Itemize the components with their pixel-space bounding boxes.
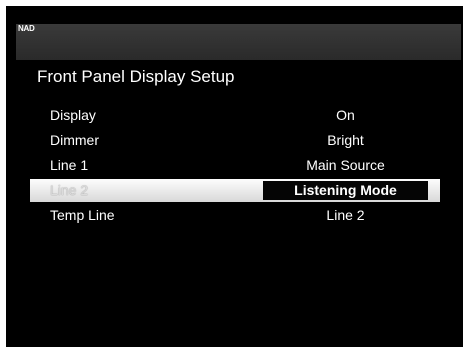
menu-item-label: Line 1: [50, 157, 89, 173]
menu-item-value[interactable]: Listening Mode: [263, 181, 428, 200]
menu-item-line-2[interactable]: Line 2 Listening Mode: [30, 179, 440, 202]
menu-item-value[interactable]: On: [263, 107, 428, 123]
menu-item-value[interactable]: Main Source: [263, 157, 428, 173]
menu-item-temp-line[interactable]: Temp Line Line 2: [30, 204, 440, 227]
brand-logo: NAD: [18, 24, 35, 33]
page-title: Front Panel Display Setup: [37, 67, 235, 86]
menu-item-value[interactable]: Line 2: [263, 207, 428, 223]
osd-screen: NAD Front Panel Display Setup Display On…: [6, 6, 463, 347]
menu-item-line-1[interactable]: Line 1 Main Source: [30, 154, 440, 177]
menu-item-value[interactable]: Bright: [263, 132, 428, 148]
menu-item-label: Display: [50, 107, 96, 123]
menu-item-label: Dimmer: [50, 132, 99, 148]
menu-item-label: Temp Line: [50, 207, 115, 223]
menu-item-display[interactable]: Display On: [30, 104, 440, 127]
header-bar: [16, 24, 461, 60]
settings-menu: Display On Dimmer Bright Line 1 Main Sou…: [30, 104, 440, 229]
menu-item-label: Line 2: [50, 182, 89, 198]
menu-item-dimmer[interactable]: Dimmer Bright: [30, 129, 440, 152]
